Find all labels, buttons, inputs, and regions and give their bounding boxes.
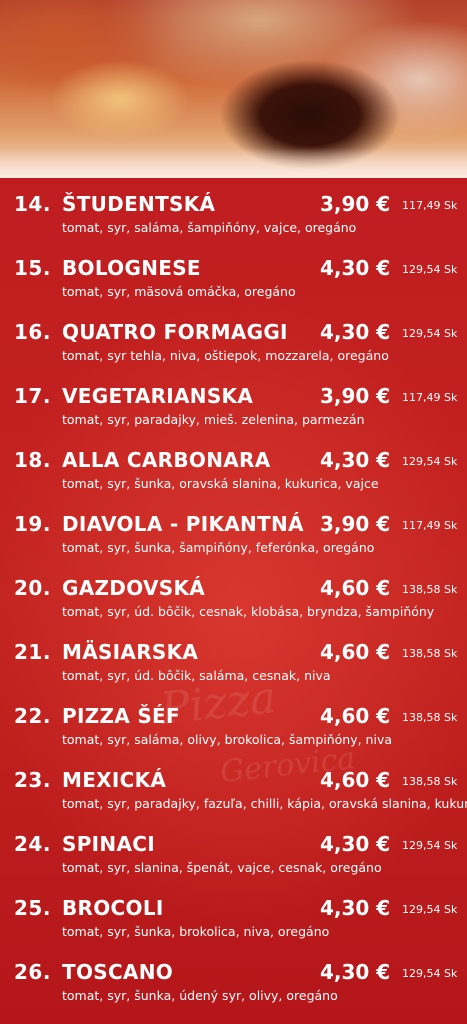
item-name: VEGETARIANSKA xyxy=(62,384,254,408)
item-ingredients: tomat, syr, úd. bôčik, cesnak, klobása, … xyxy=(62,604,435,619)
menu-item: 23. MEXICKÁ 4,60 € 138,58 Sk tomat, syr, par… xyxy=(0,768,467,832)
item-number: 17. xyxy=(14,384,51,408)
item-price-eur: 4,30 € xyxy=(320,832,391,856)
item-price-sk: 117,49 Sk xyxy=(402,391,458,404)
menu-item: 25. BROCOLI 4,30 € 129,54 Sk tomat, syr, šun… xyxy=(0,896,467,960)
item-price-eur: 4,30 € xyxy=(320,896,391,920)
item-price-sk: 129,54 Sk xyxy=(402,967,458,980)
item-name: BOLOGNESE xyxy=(62,256,201,280)
item-number: 25. xyxy=(14,896,51,920)
item-price-eur: 4,30 € xyxy=(320,448,391,472)
item-price-sk: 117,49 Sk xyxy=(402,519,458,532)
item-price-sk: 129,54 Sk xyxy=(402,455,458,468)
item-price-eur: 4,30 € xyxy=(320,960,391,984)
item-name: ŠTUDENTSKÁ xyxy=(62,192,216,216)
item-name: GAZDOVSKÁ xyxy=(62,576,206,600)
item-name: ALLA CARBONARA xyxy=(62,448,271,472)
item-number: 22. xyxy=(14,704,51,728)
item-price-eur: 4,30 € xyxy=(320,256,391,280)
item-price-sk: 117,49 Sk xyxy=(402,199,458,212)
item-number: 20. xyxy=(14,576,51,600)
item-ingredients: tomat, syr, saláma, šampiňóny, vajce, or… xyxy=(62,220,357,235)
item-number: 21. xyxy=(14,640,51,664)
item-price-eur: 4,60 € xyxy=(320,768,391,792)
item-name: BROCOLI xyxy=(62,896,164,920)
item-name: PIZZA ŠÉF xyxy=(62,704,180,728)
item-number: 16. xyxy=(14,320,51,344)
menu-item: 21. MÄSIARSKA 4,60 € 138,58 Sk tomat, syr, ú… xyxy=(0,640,467,704)
item-price-eur: 3,90 € xyxy=(320,192,391,216)
menu-item: 15. BOLOGNESE 4,30 € 129,54 Sk tomat, syr, m… xyxy=(0,256,467,320)
item-price-sk: 129,54 Sk xyxy=(402,327,458,340)
photo-fade xyxy=(0,148,467,178)
item-price-sk: 129,54 Sk xyxy=(402,903,458,916)
item-price-sk: 129,54 Sk xyxy=(402,839,458,852)
item-number: 18. xyxy=(14,448,51,472)
item-ingredients: tomat, syr tehla, niva, oštiepok, mozzar… xyxy=(62,348,389,363)
item-price-sk: 138,58 Sk xyxy=(402,775,458,788)
item-ingredients: tomat, syr, mäsová omáčka, oregáno xyxy=(62,284,296,299)
menu-item: 22. PIZZA ŠÉF 4,60 € 138,58 Sk tomat, syr, s… xyxy=(0,704,467,768)
item-price-sk: 138,58 Sk xyxy=(402,647,458,660)
item-price-sk: 138,58 Sk xyxy=(402,583,458,596)
item-price-eur: 4,30 € xyxy=(320,320,391,344)
item-ingredients: tomat, syr, šunka, údený syr, olivy, ore… xyxy=(62,988,338,1003)
item-price-sk: 138,58 Sk xyxy=(402,711,458,724)
item-price-eur: 4,60 € xyxy=(320,704,391,728)
item-name: TOSCANO xyxy=(62,960,174,984)
pizza-photo xyxy=(0,0,467,178)
item-price-eur: 3,90 € xyxy=(320,384,391,408)
item-number: 26. xyxy=(14,960,51,984)
menu-item: 17. VEGETARIANSKA 3,90 € 117,49 Sk tomat, sy… xyxy=(0,384,467,448)
item-number: 19. xyxy=(14,512,51,536)
item-name: SPINACI xyxy=(62,832,155,856)
item-name: MEXICKÁ xyxy=(62,768,167,792)
item-name: DIAVOLA - PIKANTNÁ xyxy=(62,512,304,536)
menu-item: 26. TOSCANO 4,30 € 129,54 Sk tomat, syr, šun… xyxy=(0,960,467,1024)
item-ingredients: tomat, syr, úd. bôčik, saláma, cesnak, n… xyxy=(62,668,331,683)
item-ingredients: tomat, syr, paradajky, mieš. zelenina, p… xyxy=(62,412,365,427)
item-number: 14. xyxy=(14,192,51,216)
item-price-eur: 4,60 € xyxy=(320,576,391,600)
item-price-eur: 4,60 € xyxy=(320,640,391,664)
item-ingredients: tomat, syr, šunka, oravská slanina, kuku… xyxy=(62,476,379,491)
item-price-eur: 3,90 € xyxy=(320,512,391,536)
menu-item: 14. ŠTUDENTSKÁ 3,90 € 117,49 Sk tomat, syr, … xyxy=(0,192,467,256)
item-ingredients: tomat, syr, šunka, brokolica, niva, oreg… xyxy=(62,924,330,939)
item-name: QUATRO FORMAGGI xyxy=(62,320,288,344)
item-ingredients: tomat, syr, slanina, špenát, vajce, cesn… xyxy=(62,860,382,875)
item-number: 23. xyxy=(14,768,51,792)
menu-item: 20. GAZDOVSKÁ 4,60 € 138,58 Sk tomat, syr, ú… xyxy=(0,576,467,640)
menu-item: 24. SPINACI 4,30 € 129,54 Sk tomat, syr, sla… xyxy=(0,832,467,896)
item-ingredients: tomat, syr, šunka, šampiňóny, feferónka,… xyxy=(62,540,375,555)
item-name: MÄSIARSKA xyxy=(62,640,199,664)
item-ingredients: tomat, syr, saláma, olivy, brokolica, ša… xyxy=(62,732,393,747)
item-ingredients: tomat, syr, paradajky, fazuľa, chilli, k… xyxy=(62,796,467,811)
item-number: 15. xyxy=(14,256,51,280)
item-price-sk: 129,54 Sk xyxy=(402,263,458,276)
menu-item: 19. DIAVOLA - PIKANTNÁ 3,90 € 117,49 Sk toma… xyxy=(0,512,467,576)
item-number: 24. xyxy=(14,832,51,856)
menu-item: 18. ALLA CARBONARA 4,30 € 129,54 Sk tomat, s… xyxy=(0,448,467,512)
menu-item: 16. QUATRO FORMAGGI 4,30 € 129,54 Sk tomat, … xyxy=(0,320,467,384)
